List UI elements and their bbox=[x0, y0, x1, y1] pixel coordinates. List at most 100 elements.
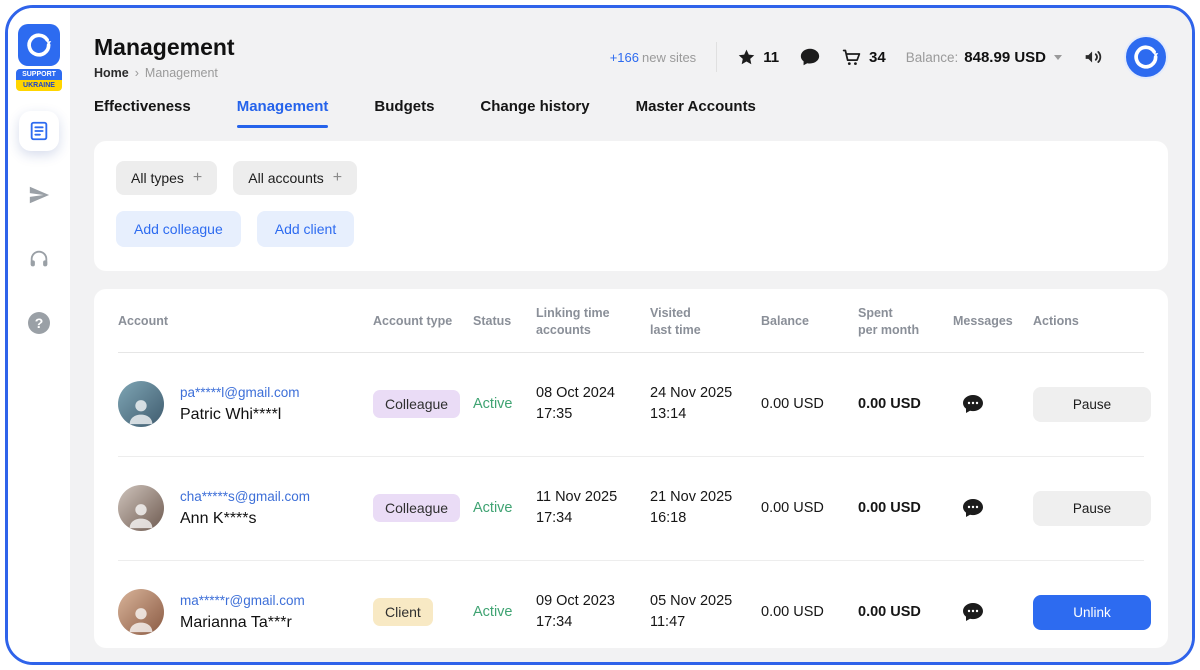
spent-value: 0.00 USD bbox=[858, 500, 953, 516]
tab-bar: Effectiveness Management Budgets Change … bbox=[94, 98, 1168, 131]
table-row: ma*****r@gmail.com Marianna Ta***r Clien… bbox=[118, 561, 1144, 648]
messages-button[interactable] bbox=[961, 392, 985, 416]
account-type-badge: Colleague bbox=[373, 390, 460, 418]
tab-management[interactable]: Management bbox=[237, 98, 329, 115]
account-name: Ann K****s bbox=[180, 510, 310, 528]
account-cell: cha*****s@gmail.com Ann K****s bbox=[118, 485, 373, 531]
topbar: Management Home › Management +166new sit… bbox=[94, 8, 1168, 86]
spent-value: 0.00 USD bbox=[858, 396, 953, 412]
balance-value: 0.00 USD bbox=[761, 396, 858, 412]
filter-all-accounts[interactable]: All accounts + bbox=[233, 161, 357, 195]
app-logo[interactable] bbox=[18, 24, 60, 66]
headphones-icon bbox=[28, 248, 50, 270]
account-name: Patric Whi****l bbox=[180, 406, 300, 424]
filters-panel: All types + All accounts + Add colleague… bbox=[94, 141, 1168, 271]
filter-all-types[interactable]: All types + bbox=[116, 161, 217, 195]
col-balance: Balance bbox=[761, 313, 858, 330]
account-email[interactable]: ma*****r@gmail.com bbox=[180, 593, 305, 608]
pause-button[interactable]: Pause bbox=[1033, 491, 1151, 526]
col-account-type: Account type bbox=[373, 313, 473, 330]
balance-value: 0.00 USD bbox=[761, 500, 858, 516]
table-header-row: Account Account type Status Linking time… bbox=[118, 289, 1144, 353]
status-badge: Active bbox=[473, 604, 536, 620]
add-colleague-button[interactable]: Add colleague bbox=[116, 211, 241, 247]
visited-time: 05 Nov 2025 11:47 bbox=[650, 591, 761, 635]
question-icon: ? bbox=[28, 312, 50, 334]
announcements-button[interactable] bbox=[1082, 46, 1104, 68]
person-icon bbox=[124, 393, 158, 427]
linking-time: 09 Oct 2023 17:34 bbox=[536, 591, 650, 635]
topbar-right: +166new sites 11 bbox=[610, 35, 1168, 79]
sidebar-item-help[interactable]: ? bbox=[19, 303, 59, 343]
user-avatar[interactable] bbox=[1124, 35, 1168, 79]
messages-button[interactable] bbox=[961, 496, 985, 520]
divider bbox=[716, 42, 717, 72]
plus-icon: + bbox=[193, 170, 202, 186]
col-actions: Actions bbox=[1033, 313, 1144, 330]
title-block: Management Home › Management bbox=[94, 34, 235, 80]
chat-button[interactable] bbox=[799, 46, 821, 68]
status-badge: Active bbox=[473, 396, 536, 412]
chat-bubble-icon bbox=[799, 46, 821, 68]
new-sites-link[interactable]: +166new sites bbox=[610, 50, 697, 65]
breadcrumb-separator: › bbox=[135, 66, 139, 80]
balance-value: 0.00 USD bbox=[761, 604, 858, 620]
sidebar-item-projects[interactable] bbox=[19, 111, 59, 151]
col-messages: Messages bbox=[953, 313, 1033, 330]
sidebar-item-telegram[interactable] bbox=[19, 175, 59, 215]
table-row: cha*****s@gmail.com Ann K****s Colleague… bbox=[118, 457, 1144, 561]
account-cell: pa*****l@gmail.com Patric Whi****l bbox=[118, 381, 373, 427]
col-status: Status bbox=[473, 313, 536, 330]
tab-effectiveness[interactable]: Effectiveness bbox=[94, 98, 191, 115]
filter-chips: All types + All accounts + bbox=[116, 161, 1146, 195]
avatar-logo-icon bbox=[1133, 44, 1159, 70]
balance-dropdown[interactable]: Balance: 848.99 USD bbox=[906, 49, 1062, 66]
chevron-down-icon bbox=[1054, 55, 1062, 60]
unlink-button[interactable]: Unlink bbox=[1033, 595, 1151, 630]
cart-counter[interactable]: 34 bbox=[841, 47, 886, 68]
person-icon bbox=[124, 497, 158, 531]
add-client-button[interactable]: Add client bbox=[257, 211, 354, 247]
status-badge: Active bbox=[473, 500, 536, 516]
sidebar-item-support[interactable] bbox=[19, 239, 59, 279]
app-window: SUPPORT UKRAINE bbox=[5, 5, 1195, 665]
tab-master-accounts[interactable]: Master Accounts bbox=[636, 98, 756, 115]
sidebar-nav: ? bbox=[19, 111, 59, 343]
favorites-counter[interactable]: 11 bbox=[737, 48, 779, 67]
account-type-badge: Colleague bbox=[373, 494, 460, 522]
messages-button[interactable] bbox=[961, 600, 985, 624]
cart-icon bbox=[841, 47, 862, 68]
visited-time: 24 Nov 2025 13:14 bbox=[650, 383, 761, 427]
pause-button[interactable]: Pause bbox=[1033, 387, 1151, 422]
breadcrumb-home[interactable]: Home bbox=[94, 66, 129, 80]
page-title: Management bbox=[94, 34, 235, 61]
linking-time: 11 Nov 2025 17:34 bbox=[536, 487, 650, 531]
tab-change-history[interactable]: Change history bbox=[480, 98, 589, 115]
accounts-table: Account Account type Status Linking time… bbox=[94, 289, 1168, 648]
person-icon bbox=[124, 601, 158, 635]
message-bubble-icon bbox=[961, 600, 985, 624]
account-cell: ma*****r@gmail.com Marianna Ta***r bbox=[118, 589, 373, 635]
account-email[interactable]: pa*****l@gmail.com bbox=[180, 385, 300, 400]
message-bubble-icon bbox=[961, 496, 985, 520]
account-email[interactable]: cha*****s@gmail.com bbox=[180, 489, 310, 504]
breadcrumb-current: Management bbox=[145, 66, 218, 80]
account-name: Marianna Ta***r bbox=[180, 614, 305, 632]
logo-c-icon bbox=[26, 32, 52, 58]
col-spent: Spent per month bbox=[858, 305, 953, 339]
message-bubble-icon bbox=[961, 392, 985, 416]
avatar bbox=[118, 589, 164, 635]
avatar bbox=[118, 381, 164, 427]
plus-icon: + bbox=[333, 170, 342, 186]
col-visited: Visited last time bbox=[650, 305, 761, 339]
paper-plane-icon bbox=[28, 184, 50, 206]
add-buttons: Add colleague Add client bbox=[116, 211, 1146, 247]
main-content: Management Home › Management +166new sit… bbox=[70, 8, 1192, 662]
sidebar: SUPPORT UKRAINE bbox=[8, 8, 70, 662]
spent-value: 0.00 USD bbox=[858, 604, 953, 620]
col-linking-time: Linking time accounts bbox=[536, 305, 650, 339]
tab-budgets[interactable]: Budgets bbox=[374, 98, 434, 115]
account-type-badge: Client bbox=[373, 598, 433, 626]
star-icon bbox=[737, 48, 756, 67]
linking-time: 08 Oct 2024 17:35 bbox=[536, 383, 650, 427]
